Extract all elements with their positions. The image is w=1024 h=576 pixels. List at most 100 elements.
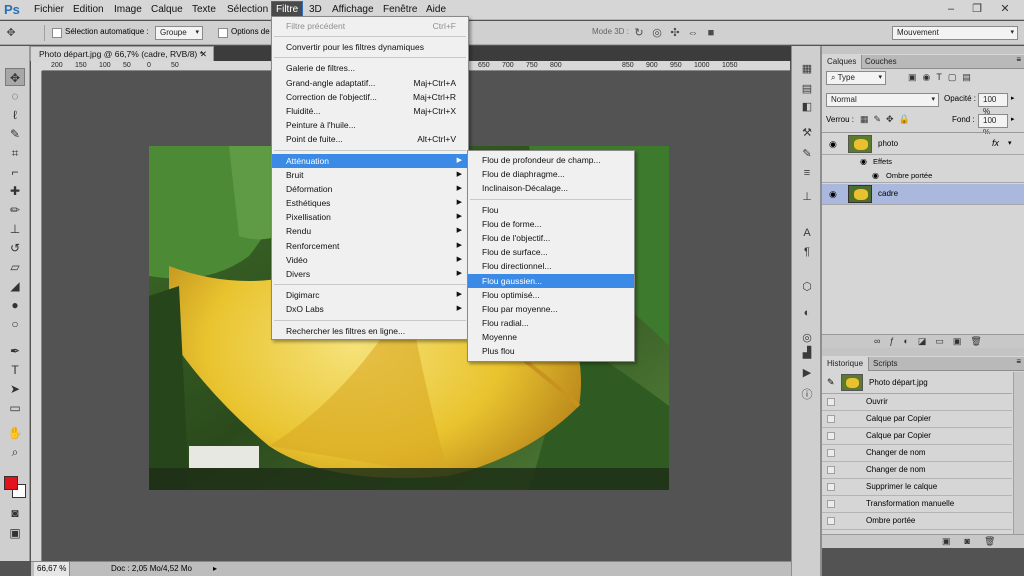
history-item[interactable]: Changer de nom: [822, 462, 1012, 479]
submenu-item-flou-optimise[interactable]: Flou optimisé...: [468, 288, 634, 302]
screen-mode-icon[interactable]: ▣: [5, 524, 25, 542]
menu-item-fluidite[interactable]: Fluidité... Maj+Ctrl+X: [272, 104, 468, 118]
blend-mode-dropdown[interactable]: Normal ▾: [826, 93, 939, 107]
visibility-eye-icon[interactable]: ◉: [829, 189, 837, 200]
submenu-item-plus-flou[interactable]: Plus flou: [468, 344, 634, 358]
menu-item-digimarc[interactable]: Digimarc ▶: [272, 288, 468, 302]
submenu-item-flou-objectif[interactable]: Flou de l'objectif...: [468, 231, 634, 245]
menu-item-pixellisation[interactable]: Pixellisation ▶: [272, 210, 468, 224]
restore-button[interactable]: ❐: [966, 1, 988, 17]
layer-effect-drop-shadow[interactable]: ◉ Ombre portée: [822, 169, 1024, 183]
menu-item-point-de-fuite[interactable]: Point de fuite... Alt+Ctrl+V: [272, 132, 468, 146]
brush-tool-icon[interactable]: ✏: [5, 201, 25, 219]
menu-item-attenuation[interactable]: Atténuation ▶: [272, 153, 468, 168]
crop-tool-icon[interactable]: ⌗: [5, 144, 25, 162]
status-menu-arrow-icon[interactable]: ▸: [213, 562, 217, 576]
close-icon[interactable]: ✕: [200, 47, 207, 61]
submenu-item-flou-forme[interactable]: Flou de forme...: [468, 217, 634, 231]
menu-item-rechercher-filtres[interactable]: Rechercher les filtres en ligne...: [272, 324, 468, 338]
menu-item-dxo-labs[interactable]: DxO Labs ▶: [272, 302, 468, 316]
visibility-eye-icon[interactable]: ◉: [860, 157, 867, 166]
document-tab[interactable]: Photo départ.jpg @ 66,7% (cadre, RVB/8) …: [30, 46, 214, 61]
submenu-item-inclinaison[interactable]: Inclinaison-Décalage...: [468, 181, 634, 195]
menu-calque[interactable]: Calque: [147, 0, 187, 20]
transform-controls-checkbox[interactable]: [218, 28, 228, 38]
layers-footer-icons[interactable]: ∞ƒ◐◪▭▣🗑: [822, 334, 1024, 348]
color-panel-icon[interactable]: ▦: [798, 60, 816, 78]
lock-icons[interactable]: ▦✎✥🔒: [860, 114, 915, 125]
submenu-item-flou-radial[interactable]: Flou radial...: [468, 316, 634, 330]
layer-filter-dropdown[interactable]: ⌕ Type ▾: [826, 71, 886, 85]
swatches-panel-icon[interactable]: ▤: [798, 80, 816, 98]
eraser-tool-icon[interactable]: ▱: [5, 258, 25, 276]
chevron-down-icon[interactable]: ▾: [1008, 139, 1012, 147]
menu-item-esthetiques[interactable]: Esthétiques ▶: [272, 196, 468, 210]
history-item[interactable]: Changer de nom: [822, 445, 1012, 462]
blur-tool-icon[interactable]: ●: [5, 296, 25, 314]
character-panel-icon[interactable]: A: [798, 224, 816, 242]
history-source-checkbox[interactable]: [827, 466, 835, 474]
paragraph-panel-icon[interactable]: ¶: [798, 243, 816, 261]
history-item[interactable]: Ouvrir: [822, 394, 1012, 411]
3d-panel-icon[interactable]: ⬡: [798, 278, 816, 296]
visibility-eye-icon[interactable]: ◉: [872, 171, 879, 180]
submenu-item-flou[interactable]: Flou: [468, 203, 634, 217]
history-source-checkbox[interactable]: [827, 415, 835, 423]
submenu-item-moyenne[interactable]: Moyenne: [468, 330, 634, 344]
layer-row-photo[interactable]: ◉ photo fx ▾: [822, 134, 1024, 155]
chevron-right-icon[interactable]: ▸: [1011, 94, 1015, 102]
lasso-tool-icon[interactable]: ℓ: [5, 106, 25, 124]
history-snapshot[interactable]: ✎ Photo départ.jpg: [822, 372, 1012, 394]
quick-mask-icon[interactable]: ◙: [5, 504, 25, 522]
shape-tool-icon[interactable]: ▭: [5, 399, 25, 417]
history-brush-tool-icon[interactable]: ↺: [5, 239, 25, 257]
chevron-right-icon[interactable]: ▸: [1011, 115, 1015, 123]
history-source-checkbox[interactable]: [827, 449, 835, 457]
history-item[interactable]: Calque par Copier: [822, 428, 1012, 445]
submenu-item-flou-surface[interactable]: Flou de surface...: [468, 245, 634, 259]
history-source-checkbox[interactable]: [827, 432, 835, 440]
brush-panel-icon[interactable]: ✎: [798, 145, 816, 163]
menu-item-renforcement[interactable]: Renforcement ▶: [272, 239, 468, 253]
menu-item-deformation[interactable]: Déformation ▶: [272, 182, 468, 196]
quick-select-tool-icon[interactable]: ✎: [5, 125, 25, 143]
zoom-tool-icon[interactable]: ⌕: [5, 443, 25, 461]
histogram-panel-icon[interactable]: ▟: [798, 344, 816, 362]
drag-3d-icon[interactable]: ✣: [668, 26, 682, 40]
menu-item-galerie[interactable]: Galerie de filtres...: [272, 61, 468, 75]
menu-item-divers[interactable]: Divers ▶: [272, 267, 468, 281]
history-item[interactable]: Calque par Copier: [822, 411, 1012, 428]
layer-row-cadre[interactable]: ◉ cadre: [822, 184, 1024, 205]
menu-fichier[interactable]: Fichier: [30, 0, 68, 20]
history-source-checkbox[interactable]: [827, 517, 835, 525]
healing-brush-tool-icon[interactable]: ✚: [5, 182, 25, 200]
history-source-checkbox[interactable]: [827, 398, 835, 406]
history-scrollbar[interactable]: [1013, 372, 1024, 536]
history-item[interactable]: Ombre portée: [822, 513, 1012, 530]
history-item[interactable]: Supprimer le calque: [822, 479, 1012, 496]
workspace-dropdown[interactable]: Mouvement ▾: [892, 26, 1018, 40]
path-selection-tool-icon[interactable]: ➤: [5, 380, 25, 398]
visibility-eye-icon[interactable]: ◉: [829, 139, 837, 150]
history-footer-icons[interactable]: ▣◙🗑: [822, 534, 1024, 548]
submenu-item-flou-moyenne[interactable]: Flou par moyenne...: [468, 302, 634, 316]
minimize-button[interactable]: –: [940, 1, 962, 17]
paint-bucket-tool-icon[interactable]: ◢: [5, 277, 25, 295]
menu-item-peinture-huile[interactable]: Peinture à l'huile...: [272, 118, 468, 132]
hand-tool-icon[interactable]: ✋: [5, 424, 25, 442]
brush-presets-icon[interactable]: ≡: [798, 164, 816, 182]
menu-selection[interactable]: Sélection: [223, 0, 272, 20]
dodge-tool-icon[interactable]: ○: [5, 315, 25, 333]
move-tool-preset-icon[interactable]: ✥: [4, 26, 18, 40]
submenu-item-flou-gaussien[interactable]: Flou gaussien...: [468, 273, 634, 288]
submenu-item-flou-directionnel[interactable]: Flou directionnel...: [468, 259, 634, 273]
close-window-button[interactable]: ✕: [994, 1, 1016, 17]
menu-item-video[interactable]: Vidéo ▶: [272, 253, 468, 267]
marquee-tool-icon[interactable]: ◌: [5, 87, 25, 105]
tab-scripts[interactable]: Scripts: [868, 357, 902, 371]
auto-select-dropdown[interactable]: Groupe ▾: [155, 26, 203, 40]
slide-3d-icon[interactable]: ⇔: [686, 26, 700, 40]
menu-item-grand-angle[interactable]: Grand-angle adaptatif... Maj+Ctrl+A: [272, 76, 468, 90]
rotate-3d-icon[interactable]: ↻: [632, 26, 646, 40]
history-source-checkbox[interactable]: [827, 483, 835, 491]
